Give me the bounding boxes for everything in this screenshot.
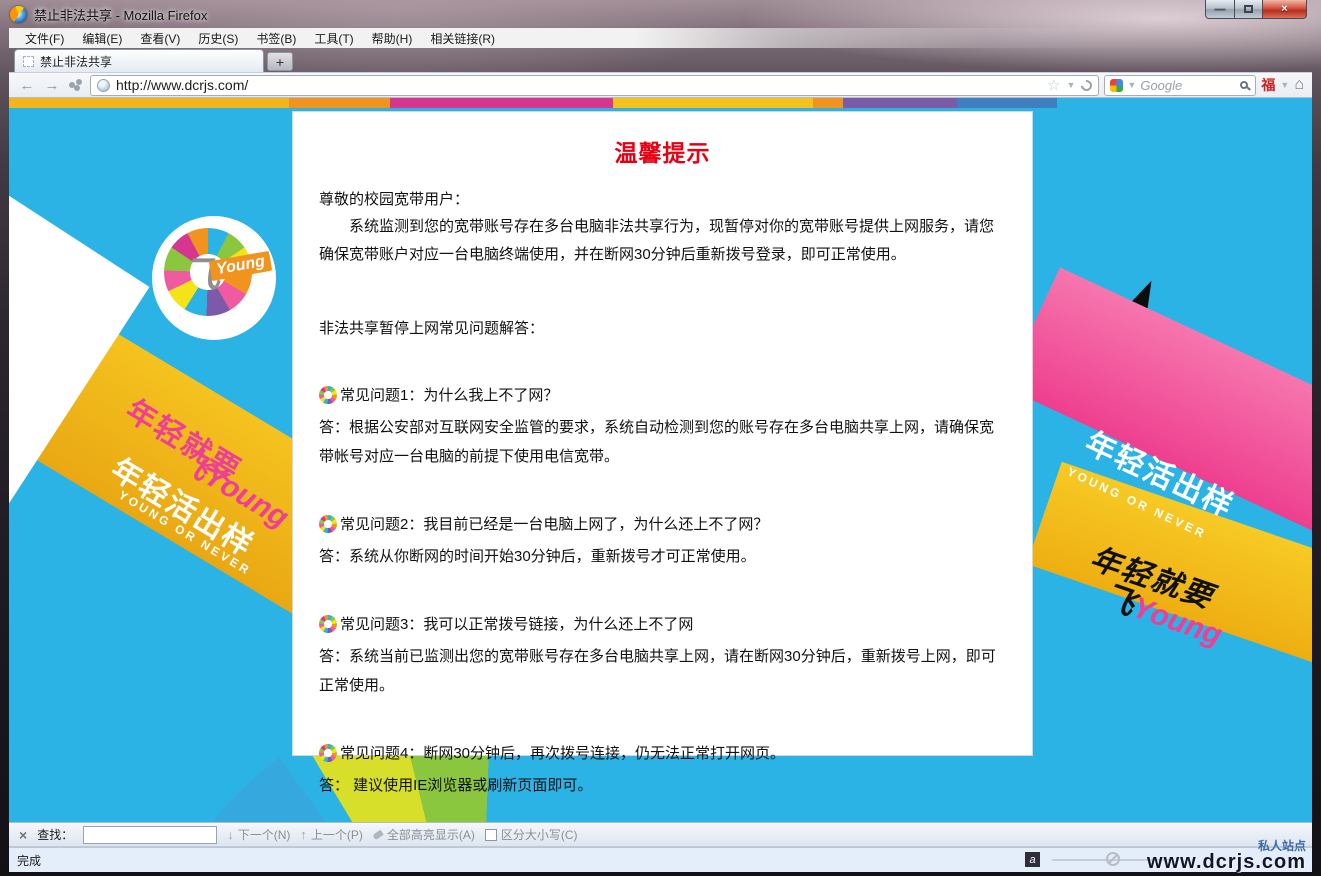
pinwheel-bullet-icon [319, 615, 337, 633]
highlight-all-label: 全部高亮显示(A) [387, 826, 475, 843]
menu-tools[interactable]: 工具(T) [306, 28, 361, 49]
globe-icon [97, 79, 110, 92]
url-input[interactable] [116, 77, 1041, 93]
faq-question: 常见问题1：为什么我上不了网？ [340, 387, 558, 404]
watermark-url-label: www.dcrjs.com [1147, 852, 1306, 872]
urlbar-dropdown-icon[interactable]: ▼ [1066, 80, 1075, 90]
back-button[interactable]: ← [17, 75, 37, 95]
faq-item-3: 常见问题3：我可以正常拨号链接，为什么还上不了网 答：系统当前已监测出您的宽带账… [319, 613, 1006, 700]
reload-icon[interactable] [1079, 77, 1094, 92]
search-magnifier-icon[interactable] [1240, 81, 1248, 89]
find-input[interactable] [83, 826, 217, 844]
pinwheel-bullet-icon [319, 386, 337, 404]
faq-answer: 答：系统当前已监测出您的宽带账号存在多台电脑共享上网，请在断网30分钟后，重新拨… [319, 642, 1006, 700]
rainbow-strip [9, 98, 1312, 108]
arrow-down-icon: ↓ [227, 827, 234, 842]
find-label: 查找： [37, 826, 73, 843]
maximize-button[interactable] [1235, 0, 1263, 19]
find-next-label: 下一个(N) [238, 826, 291, 843]
notice-intro: 系统监测到您的宽带账号存在多台电脑非法共享行为，现暂停对你的宽带账号提供上网服务… [319, 213, 1006, 269]
zoom-slider-knob-icon[interactable] [1106, 852, 1120, 866]
highlighter-icon [372, 829, 384, 840]
maximize-icon [1244, 5, 1253, 13]
notice-greeting: 尊敬的校园宽带用户： [319, 186, 1006, 213]
site-watermark: 私人站点 www.dcrjs.com [1147, 840, 1306, 872]
faq-question: 常见问题3：我可以正常拨号链接，为什么还上不了网 [340, 616, 693, 633]
pinwheel-bullet-icon [319, 744, 337, 762]
faq-item-2: 常见问题2：我目前已经是一台电脑上网了，为什么还上不了网？ 答：系统从你断网的时… [319, 513, 1006, 571]
notice-title: 温馨提示 [319, 134, 1006, 168]
tab-active[interactable]: 禁止非法共享 [14, 49, 264, 72]
search-engine-dropdown-icon[interactable]: ▼ [1127, 80, 1136, 90]
menu-history[interactable]: 历史(S) [190, 28, 246, 49]
match-case-checkbox[interactable] [485, 829, 497, 841]
forward-button[interactable]: → [42, 75, 62, 95]
bookmark-star-icon[interactable]: ☆ [1047, 76, 1060, 94]
menu-bookmarks[interactable]: 书签(B) [248, 28, 304, 49]
find-next-button[interactable]: ↓ 下一个(N) [227, 826, 290, 843]
addon-cluster-icon[interactable] [69, 79, 83, 91]
minimize-button[interactable]: — [1205, 0, 1235, 19]
menu-edit[interactable]: 编辑(E) [74, 28, 130, 49]
faq-answer: 答：系统从你断网的时间开始30分钟后，重新拨号才可正常使用。 [319, 542, 1006, 571]
fyoung-logo: 飞 Young [152, 216, 276, 340]
match-case-label: 区分大小写(C) [501, 826, 578, 843]
fu-addon-icon[interactable]: 福 [1261, 75, 1275, 95]
findbar-close-icon[interactable]: × [19, 827, 27, 843]
addon-dropdown-icon[interactable]: ▼ [1280, 80, 1289, 90]
tab-title: 禁止非法共享 [40, 53, 112, 70]
faq-answer: 答： 建议使用IE浏览器或刷新页面即可。 [319, 771, 1006, 800]
menu-bar: 文件(F) 编辑(E) 查看(V) 历史(S) 书签(B) 工具(T) 帮助(H… [9, 28, 1312, 48]
status-bar: 完成 a 私人站点 www.dcrjs.com [9, 847, 1312, 872]
status-text: 完成 [17, 852, 41, 869]
browser-window: 禁止非法共享 - Mozilla Firefox — × 文件(F) 编辑(E)… [0, 0, 1321, 876]
search-input[interactable] [1140, 78, 1236, 93]
find-prev-label: 上一个(P) [311, 826, 363, 843]
title-bar: 禁止非法共享 - Mozilla Firefox — × [0, 0, 1321, 28]
new-tab-button[interactable]: + [267, 52, 293, 71]
faq-question: 常见问题2：我目前已经是一台电脑上网了，为什么还上不了网？ [340, 516, 768, 533]
text-zoom-indicator[interactable]: a [1025, 852, 1040, 867]
search-box[interactable]: ▼ [1104, 75, 1256, 96]
default-favicon-icon [23, 56, 34, 67]
menu-related-links[interactable]: 相关链接(R) [422, 28, 503, 49]
faq-item-1: 常见问题1：为什么我上不了网？ 答：根据公安部对互联网安全监管的要求，系统自动检… [319, 384, 1006, 471]
menu-help[interactable]: 帮助(H) [364, 28, 421, 49]
window-title: 禁止非法共享 - Mozilla Firefox [34, 5, 207, 24]
tab-bar: 禁止非法共享 + [9, 48, 1312, 72]
notice-panel: 温馨提示 尊敬的校园宽带用户： 系统监测到您的宽带账号存在多台电脑非法共享行为，… [292, 111, 1033, 756]
firefox-icon [10, 6, 27, 23]
highlight-all-button[interactable]: 全部高亮显示(A) [373, 826, 475, 843]
menu-view[interactable]: 查看(V) [132, 28, 188, 49]
faq-question: 常见问题4：断网30分钟后，再次拨号连接，仍无法正常打开网页。 [340, 745, 785, 762]
navigation-bar: ← → ☆ ▼ ▼ 福 ▼ ⌂ [9, 72, 1312, 98]
close-button[interactable]: × [1263, 0, 1307, 19]
faq-item-4: 常见问题4：断网30分钟后，再次拨号连接，仍无法正常打开网页。 答： 建议使用I… [319, 742, 1006, 800]
find-prev-button[interactable]: ↑ 上一个(P) [300, 826, 363, 843]
match-case-toggle[interactable]: 区分大小写(C) [485, 826, 578, 843]
arrow-up-icon: ↑ [300, 827, 307, 842]
google-logo-icon [1110, 79, 1123, 92]
page-viewport: 飞 Young 年轻就要 飞Young 年轻活出样 YOUNG OR NEVER… [9, 98, 1312, 822]
faq-header: 非法共享暂停上网常见问题解答： [319, 315, 1006, 342]
pinwheel-bullet-icon [319, 515, 337, 533]
find-bar: × 查找： ↓ 下一个(N) ↑ 上一个(P) 全部高亮显示(A) 区分大小写(… [9, 822, 1312, 847]
home-icon[interactable]: ⌂ [1294, 76, 1304, 94]
window-controls: — × [1205, 0, 1307, 19]
url-bar[interactable]: ☆ ▼ [90, 75, 1099, 96]
faq-answer: 答：根据公安部对互联网安全监管的要求，系统自动检测到您的账号存在多台电脑共享上网… [319, 413, 1006, 471]
menu-file[interactable]: 文件(F) [17, 28, 72, 49]
